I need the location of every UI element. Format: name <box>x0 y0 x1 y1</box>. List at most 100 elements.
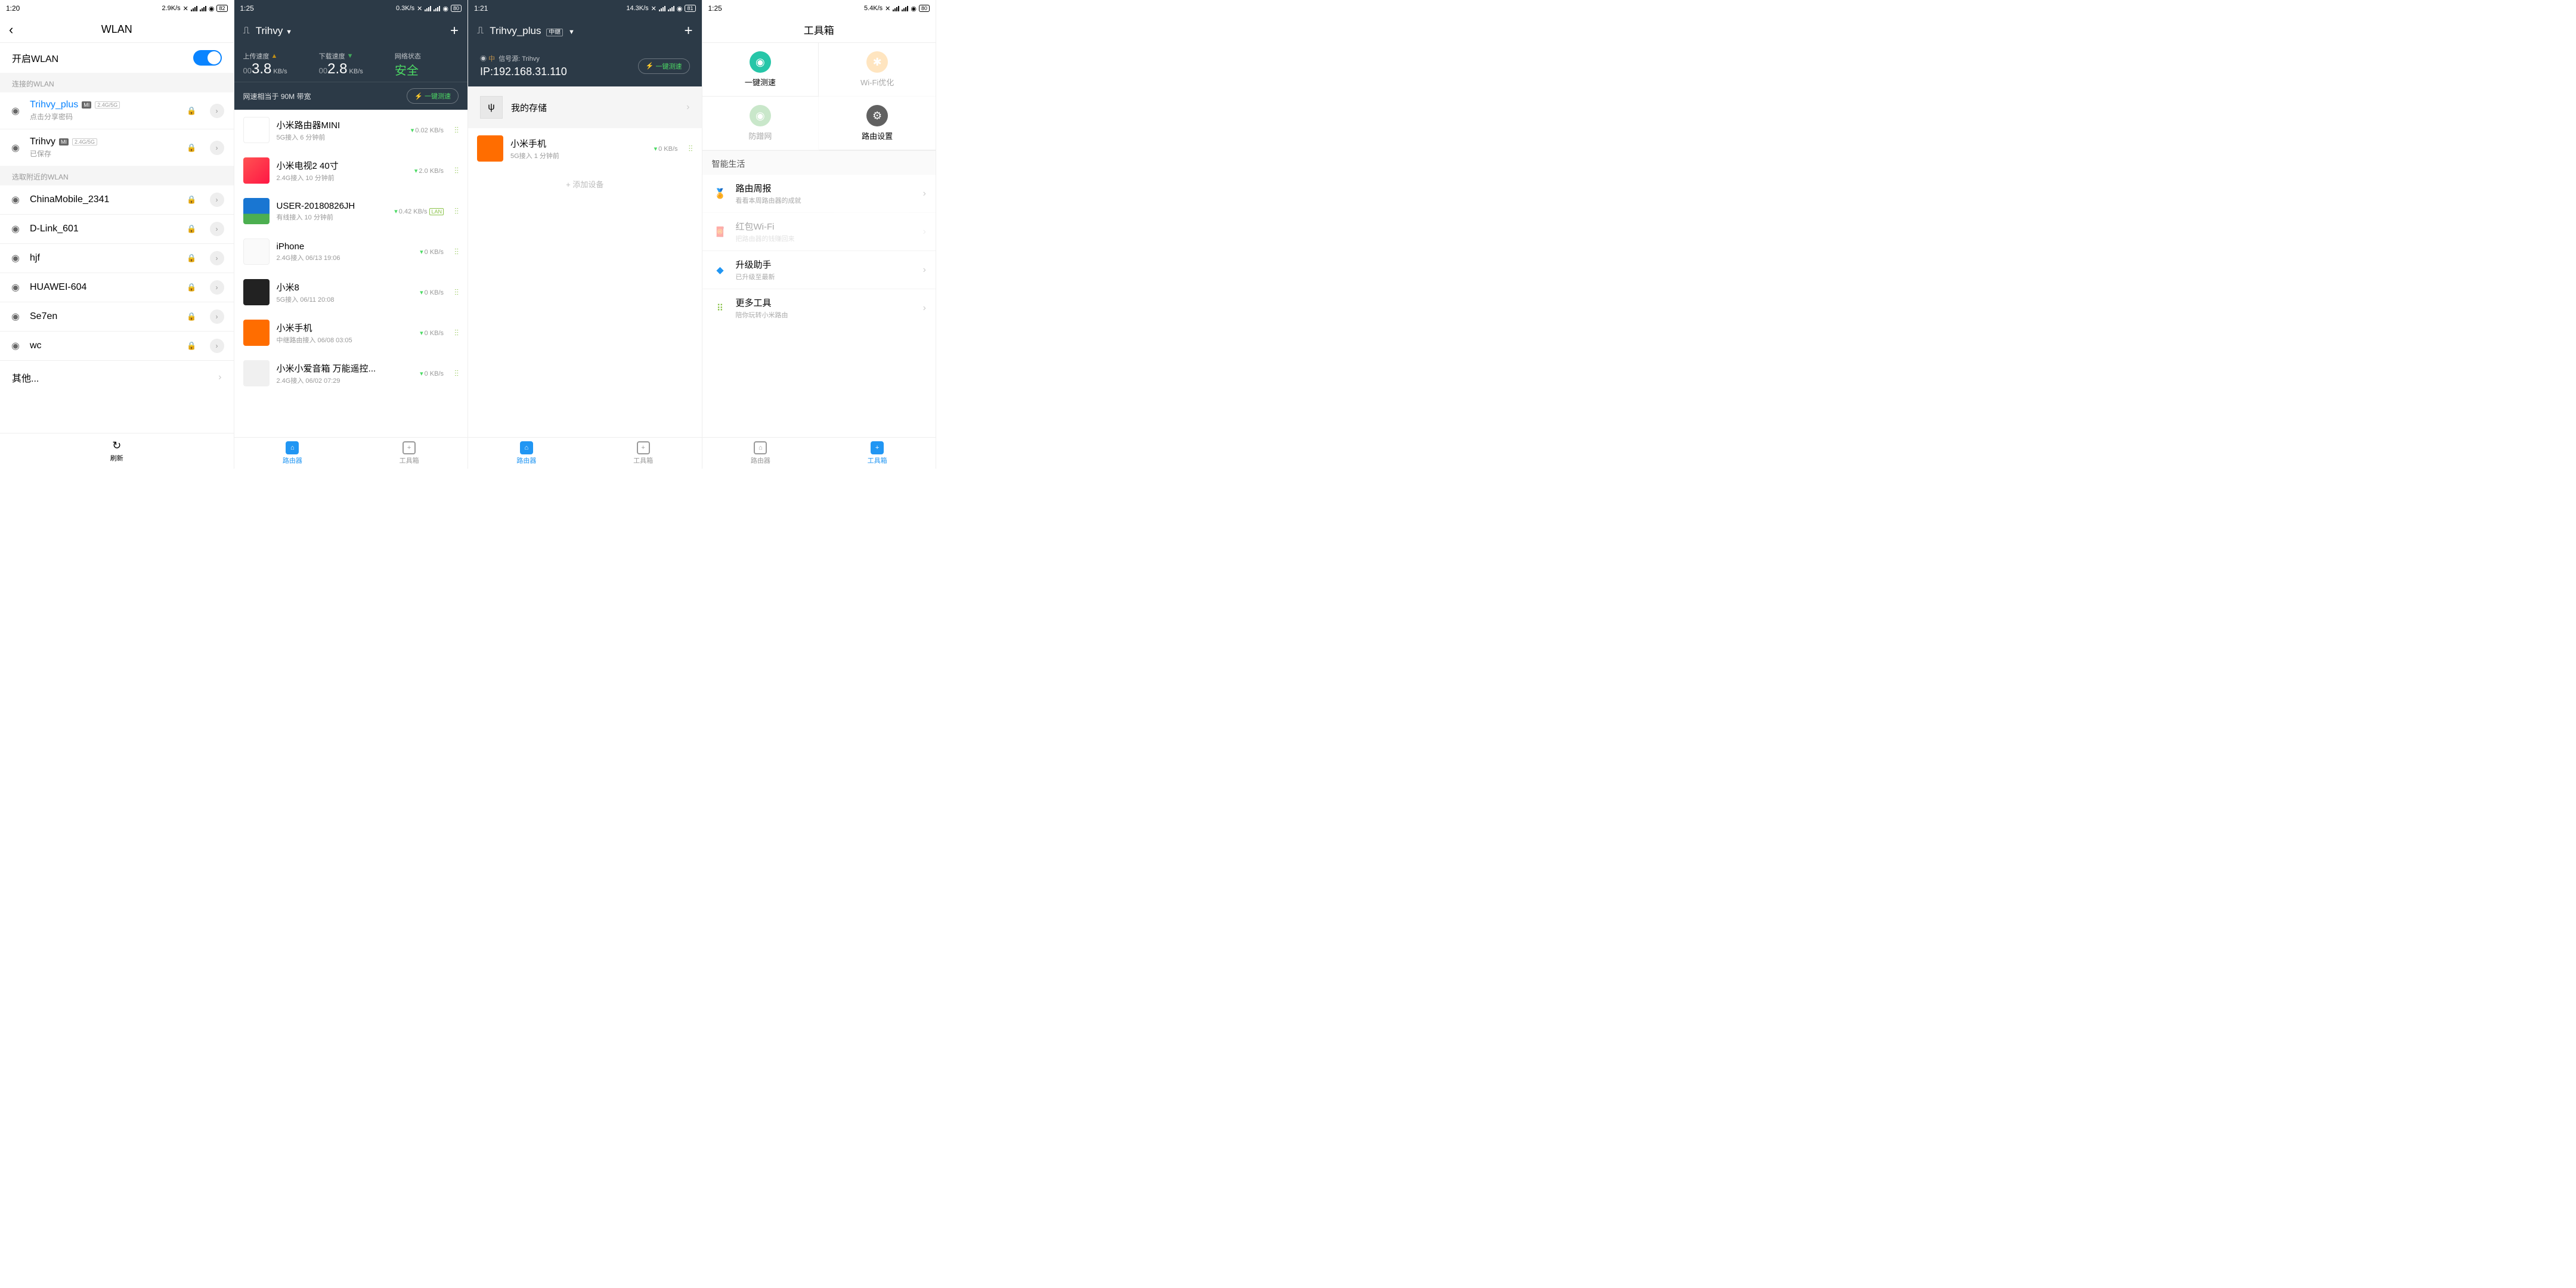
wifi-network[interactable]: ◉ wc 🔒 › <box>0 331 234 360</box>
item-name: 升级助手 <box>736 258 916 271</box>
device-item[interactable]: 小米小爱音箱 万能遥控... 2.4G接入 06/02 07:29 ▾0 KB/… <box>234 353 468 394</box>
nav-toolbox[interactable]: +工具箱 <box>351 441 467 465</box>
wifi-icon: ◉ <box>442 5 448 13</box>
wifi-name: Trihvy_plus <box>30 100 78 110</box>
chevron-right-icon[interactable]: › <box>210 339 224 353</box>
wlan-enable-label: 开启WLAN <box>12 51 58 65</box>
storage-row[interactable]: ψ 我的存储 › <box>468 86 702 128</box>
device-item[interactable]: iPhone 2.4G接入 06/13 19:06 ▾0 KB/s ⫶⫶ <box>234 231 468 272</box>
ip-address: IP:192.168.31.110 <box>480 66 567 78</box>
item-sub: 把路由器的钱赚回来 <box>736 234 916 243</box>
nav-router[interactable]: ⌂路由器 <box>468 441 585 465</box>
smartlife-item[interactable]: ⠿ 更多工具 陪你玩转小米路由 › <box>702 289 936 327</box>
nav-router[interactable]: ⌂路由器 <box>234 441 351 465</box>
tool-cell[interactable]: ◉ 一键测速 <box>702 43 819 97</box>
router-nav-icon: ⌂ <box>520 441 533 454</box>
chevron-right-icon[interactable]: › <box>210 309 224 324</box>
speedtest-button[interactable]: ⚡一键测速 <box>638 58 690 74</box>
router-dropdown[interactable]: Trihvy ▼ <box>256 25 292 37</box>
item-name: 更多工具 <box>736 296 916 309</box>
chevron-right-icon: › <box>923 265 926 275</box>
wifi-icon: ◉ <box>10 252 21 264</box>
wifi-network[interactable]: ◉ ChinaMobile_2341 🔒 › <box>0 185 234 214</box>
nav-toolbox[interactable]: +工具箱 <box>585 441 702 465</box>
toolbox-nav-icon: + <box>402 441 416 454</box>
speedtest-button[interactable]: ⚡一键测速 <box>407 88 459 104</box>
chevron-right-icon[interactable]: › <box>210 222 224 236</box>
chevron-right-icon[interactable]: › <box>210 104 224 118</box>
other-networks[interactable]: 其他... › <box>0 360 234 394</box>
lock-icon: 🔒 <box>187 253 196 263</box>
smartlife-item[interactable]: ◆ 升级助手 已升级至最新 › <box>702 250 936 289</box>
smartlife-item[interactable]: 🏅 路由周报 看看本周路由器的成就 › <box>702 175 936 212</box>
chevron-right-icon: › <box>923 227 926 237</box>
device-name: 小米手机 <box>510 137 647 150</box>
device-item[interactable]: USER-20180826JH 有线接入 10 分钟前 ▾0.42 KB/sLA… <box>234 191 468 231</box>
header: ‹ WLAN <box>0 17 234 43</box>
tool-cell[interactable]: ◉ 防蹭网 <box>702 97 819 150</box>
wifi-name: hjf <box>30 253 178 264</box>
wifi-network[interactable]: ◉ hjf 🔒 › <box>0 243 234 273</box>
wifi-network[interactable]: ◉ D-Link_601 🔒 › <box>0 214 234 243</box>
item-icon: ⠿ <box>712 300 729 317</box>
wifi-network-saved[interactable]: ◉ Trihvy MI 2.4G/5G 已保存 🔒 › <box>0 129 234 166</box>
wifi-network[interactable]: ◉ HUAWEI-604 🔒 › <box>0 273 234 302</box>
tool-icon: ◉ <box>750 51 771 73</box>
tool-icon: ◉ <box>750 105 771 126</box>
status-time: 1:25 <box>240 4 254 13</box>
device-thumbnail <box>243 198 270 224</box>
alarm-icon: ✕ <box>417 5 422 13</box>
chevron-right-icon: › <box>218 372 221 383</box>
wifi-network-primary[interactable]: ◉ Trihvy_plus MI 2.4G/5G 点击分享密码 🔒 › <box>0 92 234 129</box>
bolt-icon: ⚡ <box>414 92 423 100</box>
chevron-right-icon[interactable]: › <box>210 251 224 265</box>
download-stat: 下载速度▼ 002.8KB/s <box>319 51 383 78</box>
nav-router[interactable]: ⌂路由器 <box>702 441 819 465</box>
device-thumbnail <box>243 320 270 346</box>
battery-icon: 80 <box>919 5 930 12</box>
nav-toolbox[interactable]: +工具箱 <box>819 441 936 465</box>
device-rate: ▾0 KB/s <box>420 370 444 377</box>
signal-icon <box>200 5 206 11</box>
wlan-toggle-row: 开启WLAN <box>0 43 234 73</box>
device-item[interactable]: 小米8 5G接入 06/11 20:08 ▾0 KB/s ⫶⫶ <box>234 272 468 312</box>
add-icon[interactable]: + <box>684 23 692 39</box>
refresh-icon[interactable]: ↻ <box>6 439 228 452</box>
signal-bars-icon: ⫶⫶ <box>454 328 459 338</box>
chevron-right-icon[interactable]: › <box>210 280 224 295</box>
tool-label: 防蹭网 <box>702 130 819 141</box>
lock-icon: 🔒 <box>187 106 196 116</box>
wlan-toggle[interactable] <box>193 50 222 66</box>
tool-cell[interactable]: ⚙ 路由设置 <box>819 97 936 150</box>
tool-cell[interactable]: ✱ Wi-Fi优化 <box>819 43 936 97</box>
status-rate: 2.9K/s <box>162 5 180 12</box>
device-rate: ▾0 KB/s <box>420 248 444 256</box>
device-item[interactable]: 小米手机 5G接入 1 分钟前 ▾0 KB/s ⫶⫶ <box>468 128 702 169</box>
chevron-right-icon[interactable]: › <box>210 141 224 155</box>
lock-icon: 🔒 <box>187 195 196 205</box>
signal-bars-icon: ⫶⫶ <box>454 125 459 135</box>
add-icon[interactable]: + <box>450 23 459 39</box>
smartlife-item[interactable]: 🧧 红包Wi-Fi 把路由器的钱赚回来 › <box>702 212 936 250</box>
device-item[interactable]: 小米路由器MINI 5G接入 6 分钟前 ▾0.02 KB/s ⫶⫶ <box>234 110 468 150</box>
chevron-right-icon[interactable]: › <box>210 193 224 207</box>
device-rate: ▾0.02 KB/s <box>411 126 444 134</box>
nearby-list: ◉ ChinaMobile_2341 🔒 › ◉ D-Link_601 🔒 › … <box>0 185 234 360</box>
wifi-icon: ◉ <box>10 142 21 154</box>
add-device[interactable]: + 添加设备 <box>468 169 702 199</box>
wifi-icon: ◉ <box>10 105 21 117</box>
storage-label: 我的存储 <box>511 101 547 114</box>
device-item[interactable]: 小米电视2 40寸 2.4G接入 10 分钟前 ▾2.0 KB/s ⫶⫶ <box>234 150 468 191</box>
wifi-network[interactable]: ◉ Se7en 🔒 › <box>0 302 234 331</box>
device-item[interactable]: 小米手机 中继路由接入 06/08 03:05 ▾0 KB/s ⫶⫶ <box>234 312 468 353</box>
signal-icon <box>434 5 440 11</box>
bolt-icon: ⚡ <box>646 62 654 70</box>
item-icon: ◆ <box>712 262 729 278</box>
router-dropdown[interactable]: Trihvy_plus 中继 ▼ <box>490 25 575 37</box>
status-rate: 0.3K/s <box>396 5 414 12</box>
device-rate: ▾2.0 KB/s <box>414 167 444 175</box>
back-icon[interactable]: ‹ <box>9 22 13 38</box>
down-arrow-icon: ▾ <box>420 289 423 296</box>
wifi-sub: 点击分享密码 <box>30 112 178 122</box>
device-sub: 2.4G接入 10 分钟前 <box>277 173 407 182</box>
